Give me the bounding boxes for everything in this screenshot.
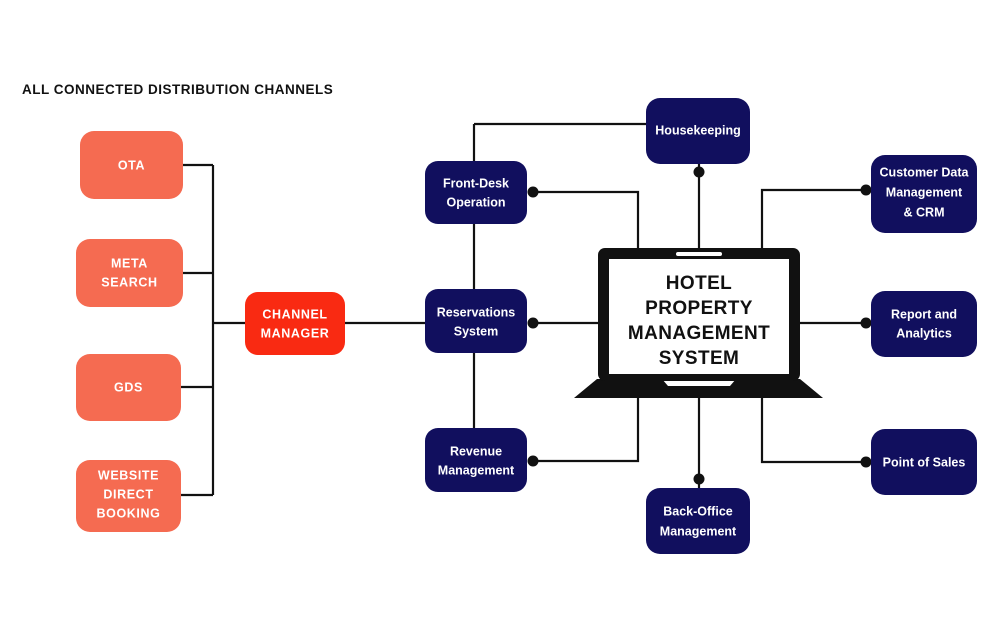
node-front-desk-label-line1: Front-Desk: [443, 176, 509, 190]
node-channel-manager-label-line2: MANAGER: [261, 326, 330, 340]
connector-group-back-office: [693, 398, 705, 488]
node-website-label-line1: WEBSITE: [98, 468, 159, 482]
node-website-label-line3: BOOKING: [97, 506, 161, 520]
node-housekeeping[interactable]: Housekeeping: [646, 98, 750, 164]
connector-group-reservations: [527, 317, 600, 329]
node-customer-data-label-line1: Customer Data: [880, 165, 970, 179]
page-title: ALL CONNECTED DISTRIBUTION CHANNELS: [22, 82, 333, 97]
connector-group-distribution: [181, 163, 245, 497]
connector-dot-back-office: [693, 473, 705, 485]
connector-dot-revenue: [527, 455, 539, 467]
node-front-desk-operation[interactable]: Front-Desk Operation: [425, 161, 527, 224]
node-reservations-label-line1: Reservations: [437, 305, 516, 319]
connector-group-point-of-sales: [760, 398, 872, 468]
connector-dot-reservations: [527, 317, 539, 329]
node-customer-data-management-crm[interactable]: Customer Data Management & CRM: [871, 155, 977, 233]
connector-dot-report-analytics: [860, 317, 872, 329]
node-ota-label: OTA: [118, 158, 145, 172]
node-report-analytics-label-line1: Report and: [891, 307, 957, 321]
connector-group-revenue: [527, 398, 640, 467]
node-gds[interactable]: GDS: [76, 354, 181, 421]
node-channel-manager-label-line1: CHANNEL: [262, 307, 327, 321]
node-front-desk-operation-shape[interactable]: [425, 161, 527, 224]
node-housekeeping-label: Housekeeping: [655, 123, 740, 137]
pms-label-line1: HOTEL: [666, 273, 732, 294]
distribution-channels-diagram: ALL CONNECTED DISTRIBUTION CHANNELS OTA …: [22, 82, 977, 554]
connector-group-housekeeping: [693, 164, 705, 250]
laptop-camera-bar: [676, 252, 722, 256]
node-channel-manager[interactable]: CHANNEL MANAGER: [245, 292, 345, 355]
node-gds-label: GDS: [114, 380, 143, 394]
connector-dot-point-of-sales: [860, 456, 872, 468]
pms-label-line2: PROPERTY: [645, 298, 753, 319]
connector-revenue-pms: [533, 398, 640, 463]
node-customer-data-label-line3: & CRM: [904, 205, 945, 219]
node-meta-search-shape[interactable]: [76, 239, 183, 307]
node-meta-search-label-line2: SEARCH: [101, 275, 157, 289]
connector-pms-point-of-sales: [760, 398, 866, 464]
node-meta-search-label-line1: META: [111, 256, 148, 270]
node-report-analytics-shape[interactable]: [871, 291, 977, 357]
connector-dot-customer-data: [860, 184, 872, 196]
node-revenue-label-line1: Revenue: [450, 444, 502, 458]
node-ota[interactable]: OTA: [80, 131, 183, 199]
node-front-desk-label-line2: Operation: [446, 195, 505, 209]
node-channel-manager-shape[interactable]: [245, 292, 345, 355]
node-revenue-management[interactable]: Revenue Management: [425, 428, 527, 492]
node-revenue-label-line2: Management: [438, 463, 515, 477]
node-reservations-system[interactable]: Reservations System: [425, 289, 527, 353]
connector-dot-housekeeping: [693, 166, 705, 178]
node-website-direct-booking[interactable]: WEBSITE DIRECT BOOKING: [76, 460, 181, 532]
pms-label-line4: SYSTEM: [659, 348, 740, 369]
node-report-and-analytics[interactable]: Report and Analytics: [871, 291, 977, 357]
node-back-office-management[interactable]: Back-Office Management: [646, 488, 750, 554]
node-website-label-line2: DIRECT: [103, 487, 153, 501]
node-reservations-label-line2: System: [454, 324, 498, 338]
node-customer-data-label-line2: Management: [886, 185, 963, 199]
node-meta-search[interactable]: META SEARCH: [76, 239, 183, 307]
node-point-of-sales-label: Point of Sales: [883, 455, 966, 469]
pms-label-line3: MANAGEMENT: [628, 323, 770, 344]
node-back-office-label-line1: Back-Office: [663, 504, 733, 518]
node-reservations-system-shape[interactable]: [425, 289, 527, 353]
node-point-of-sales[interactable]: Point of Sales: [871, 429, 977, 495]
node-back-office-management-shape[interactable]: [646, 488, 750, 554]
node-back-office-label-line2: Management: [660, 524, 737, 538]
connector-group-report-analytics: [800, 317, 872, 329]
node-revenue-management-shape[interactable]: [425, 428, 527, 492]
node-report-analytics-label-line2: Analytics: [896, 326, 952, 340]
connector-dot-front-desk: [527, 186, 539, 198]
central-pms-laptop[interactable]: HOTEL PROPERTY MANAGEMENT SYSTEM: [574, 248, 823, 398]
diagram-canvas: ALL CONNECTED DISTRIBUTION CHANNELS OTA …: [0, 0, 1000, 628]
